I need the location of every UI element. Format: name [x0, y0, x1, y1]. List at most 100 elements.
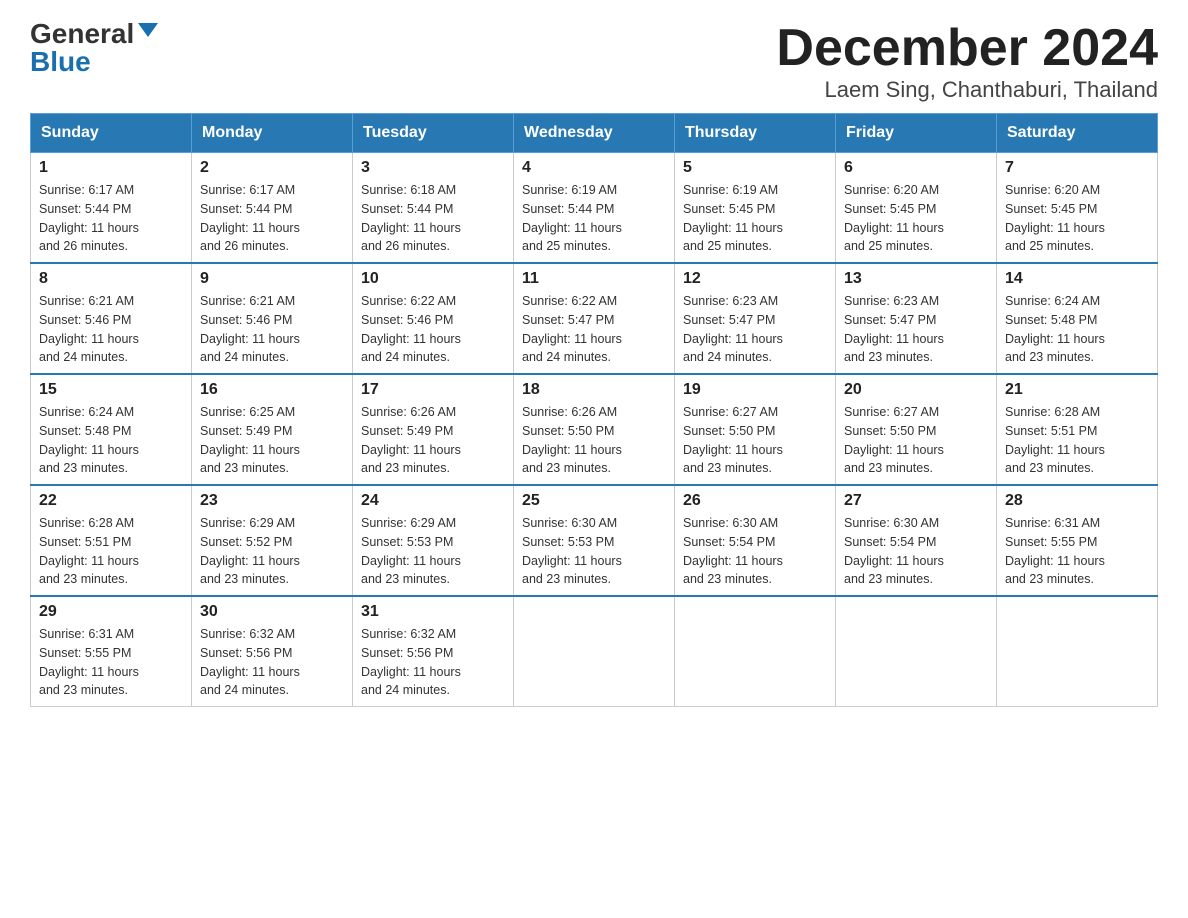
- day-number: 11: [522, 270, 666, 288]
- day-info: Sunrise: 6:19 AMSunset: 5:45 PMDaylight:…: [683, 181, 827, 256]
- logo: General Blue: [30, 20, 158, 76]
- calendar-day-cell: 26 Sunrise: 6:30 AMSunset: 5:54 PMDayligh…: [675, 485, 836, 596]
- calendar-table: SundayMondayTuesdayWednesdayThursdayFrid…: [30, 113, 1158, 707]
- day-number: 9: [200, 270, 344, 288]
- day-number: 26: [683, 492, 827, 510]
- calendar-title: December 2024: [776, 20, 1158, 77]
- day-info: Sunrise: 6:21 AMSunset: 5:46 PMDaylight:…: [200, 292, 344, 367]
- day-number: 15: [39, 381, 183, 399]
- calendar-day-cell: 9 Sunrise: 6:21 AMSunset: 5:46 PMDaylight…: [192, 263, 353, 374]
- day-info: Sunrise: 6:17 AMSunset: 5:44 PMDaylight:…: [39, 181, 183, 256]
- day-info: Sunrise: 6:31 AMSunset: 5:55 PMDaylight:…: [39, 625, 183, 700]
- calendar-day-cell: 11 Sunrise: 6:22 AMSunset: 5:47 PMDayligh…: [514, 263, 675, 374]
- calendar-day-header: Wednesday: [514, 114, 675, 153]
- day-number: 21: [1005, 381, 1149, 399]
- day-number: 6: [844, 159, 988, 177]
- day-number: 19: [683, 381, 827, 399]
- day-info: Sunrise: 6:17 AMSunset: 5:44 PMDaylight:…: [200, 181, 344, 256]
- calendar-day-cell: 12 Sunrise: 6:23 AMSunset: 5:47 PMDayligh…: [675, 263, 836, 374]
- day-info: Sunrise: 6:28 AMSunset: 5:51 PMDaylight:…: [39, 514, 183, 589]
- calendar-day-cell: 22Sunrise: 6:28 AMSunset: 5:51 PMDayligh…: [31, 485, 192, 596]
- logo-general-text: General: [30, 20, 134, 48]
- calendar-day-cell: 18 Sunrise: 6:26 AMSunset: 5:50 PMDayligh…: [514, 374, 675, 485]
- calendar-week-row: 1 Sunrise: 6:17 AMSunset: 5:44 PMDaylight…: [31, 153, 1158, 264]
- day-info: Sunrise: 6:20 AMSunset: 5:45 PMDaylight:…: [844, 181, 988, 256]
- calendar-day-header: Tuesday: [353, 114, 514, 153]
- day-info: Sunrise: 6:26 AMSunset: 5:50 PMDaylight:…: [522, 403, 666, 478]
- calendar-day-cell: 30 Sunrise: 6:32 AMSunset: 5:56 PMDayligh…: [192, 596, 353, 707]
- day-info: Sunrise: 6:24 AMSunset: 5:48 PMDaylight:…: [1005, 292, 1149, 367]
- day-info: Sunrise: 6:24 AMSunset: 5:48 PMDaylight:…: [39, 403, 183, 478]
- day-number: 23: [200, 492, 344, 510]
- calendar-header-row: SundayMondayTuesdayWednesdayThursdayFrid…: [31, 114, 1158, 153]
- day-info: Sunrise: 6:26 AMSunset: 5:49 PMDaylight:…: [361, 403, 505, 478]
- title-block: December 2024 Laem Sing, Chanthaburi, Th…: [776, 20, 1158, 103]
- day-info: Sunrise: 6:21 AMSunset: 5:46 PMDaylight:…: [39, 292, 183, 367]
- day-info: Sunrise: 6:27 AMSunset: 5:50 PMDaylight:…: [844, 403, 988, 478]
- calendar-day-cell: 20Sunrise: 6:27 AMSunset: 5:50 PMDayligh…: [836, 374, 997, 485]
- calendar-day-cell: 31Sunrise: 6:32 AMSunset: 5:56 PMDayligh…: [353, 596, 514, 707]
- calendar-day-header: Monday: [192, 114, 353, 153]
- day-info: Sunrise: 6:23 AMSunset: 5:47 PMDaylight:…: [844, 292, 988, 367]
- day-info: Sunrise: 6:30 AMSunset: 5:54 PMDaylight:…: [844, 514, 988, 589]
- day-info: Sunrise: 6:19 AMSunset: 5:44 PMDaylight:…: [522, 181, 666, 256]
- day-number: 5: [683, 159, 827, 177]
- logo-blue-text: Blue: [30, 48, 91, 76]
- calendar-day-cell: 27Sunrise: 6:30 AMSunset: 5:54 PMDayligh…: [836, 485, 997, 596]
- calendar-week-row: 29Sunrise: 6:31 AMSunset: 5:55 PMDayligh…: [31, 596, 1158, 707]
- calendar-day-header: Friday: [836, 114, 997, 153]
- day-number: 12: [683, 270, 827, 288]
- day-number: 4: [522, 159, 666, 177]
- calendar-day-cell: 4 Sunrise: 6:19 AMSunset: 5:44 PMDaylight…: [514, 153, 675, 264]
- day-info: Sunrise: 6:22 AMSunset: 5:46 PMDaylight:…: [361, 292, 505, 367]
- calendar-day-cell: 17 Sunrise: 6:26 AMSunset: 5:49 PMDayligh…: [353, 374, 514, 485]
- calendar-day-header: Thursday: [675, 114, 836, 153]
- day-info: Sunrise: 6:30 AMSunset: 5:53 PMDaylight:…: [522, 514, 666, 589]
- day-info: Sunrise: 6:25 AMSunset: 5:49 PMDaylight:…: [200, 403, 344, 478]
- day-info: Sunrise: 6:18 AMSunset: 5:44 PMDaylight:…: [361, 181, 505, 256]
- calendar-day-cell: 10 Sunrise: 6:22 AMSunset: 5:46 PMDayligh…: [353, 263, 514, 374]
- day-number: 14: [1005, 270, 1149, 288]
- calendar-day-header: Sunday: [31, 114, 192, 153]
- day-number: 17: [361, 381, 505, 399]
- day-number: 25: [522, 492, 666, 510]
- logo-arrow-icon: [138, 23, 158, 37]
- calendar-day-cell: 5 Sunrise: 6:19 AMSunset: 5:45 PMDaylight…: [675, 153, 836, 264]
- day-number: 8: [39, 270, 183, 288]
- calendar-day-cell: 16 Sunrise: 6:25 AMSunset: 5:49 PMDayligh…: [192, 374, 353, 485]
- calendar-subtitle: Laem Sing, Chanthaburi, Thailand: [776, 77, 1158, 103]
- calendar-day-cell: 21 Sunrise: 6:28 AMSunset: 5:51 PMDayligh…: [997, 374, 1158, 485]
- day-number: 1: [39, 159, 183, 177]
- page-header: General Blue December 2024 Laem Sing, Ch…: [30, 20, 1158, 103]
- calendar-day-cell: 23Sunrise: 6:29 AMSunset: 5:52 PMDayligh…: [192, 485, 353, 596]
- day-info: Sunrise: 6:30 AMSunset: 5:54 PMDaylight:…: [683, 514, 827, 589]
- day-number: 31: [361, 603, 505, 621]
- day-number: 18: [522, 381, 666, 399]
- day-number: 10: [361, 270, 505, 288]
- day-info: Sunrise: 6:31 AMSunset: 5:55 PMDaylight:…: [1005, 514, 1149, 589]
- calendar-day-cell: 25 Sunrise: 6:30 AMSunset: 5:53 PMDayligh…: [514, 485, 675, 596]
- day-info: Sunrise: 6:32 AMSunset: 5:56 PMDaylight:…: [200, 625, 344, 700]
- calendar-day-cell: 8 Sunrise: 6:21 AMSunset: 5:46 PMDaylight…: [31, 263, 192, 374]
- day-info: Sunrise: 6:28 AMSunset: 5:51 PMDaylight:…: [1005, 403, 1149, 478]
- day-number: 30: [200, 603, 344, 621]
- day-number: 2: [200, 159, 344, 177]
- calendar-day-cell: 19 Sunrise: 6:27 AMSunset: 5:50 PMDayligh…: [675, 374, 836, 485]
- calendar-day-cell: [514, 596, 675, 707]
- day-number: 13: [844, 270, 988, 288]
- day-info: Sunrise: 6:22 AMSunset: 5:47 PMDaylight:…: [522, 292, 666, 367]
- day-info: Sunrise: 6:20 AMSunset: 5:45 PMDaylight:…: [1005, 181, 1149, 256]
- day-info: Sunrise: 6:29 AMSunset: 5:53 PMDaylight:…: [361, 514, 505, 589]
- calendar-week-row: 15 Sunrise: 6:24 AMSunset: 5:48 PMDayligh…: [31, 374, 1158, 485]
- calendar-day-cell: 14 Sunrise: 6:24 AMSunset: 5:48 PMDayligh…: [997, 263, 1158, 374]
- day-info: Sunrise: 6:27 AMSunset: 5:50 PMDaylight:…: [683, 403, 827, 478]
- calendar-day-cell: 6 Sunrise: 6:20 AMSunset: 5:45 PMDaylight…: [836, 153, 997, 264]
- calendar-day-cell: 13 Sunrise: 6:23 AMSunset: 5:47 PMDayligh…: [836, 263, 997, 374]
- day-info: Sunrise: 6:23 AMSunset: 5:47 PMDaylight:…: [683, 292, 827, 367]
- calendar-week-row: 8 Sunrise: 6:21 AMSunset: 5:46 PMDaylight…: [31, 263, 1158, 374]
- calendar-week-row: 22Sunrise: 6:28 AMSunset: 5:51 PMDayligh…: [31, 485, 1158, 596]
- day-number: 3: [361, 159, 505, 177]
- day-number: 16: [200, 381, 344, 399]
- calendar-day-cell: 3 Sunrise: 6:18 AMSunset: 5:44 PMDaylight…: [353, 153, 514, 264]
- day-number: 7: [1005, 159, 1149, 177]
